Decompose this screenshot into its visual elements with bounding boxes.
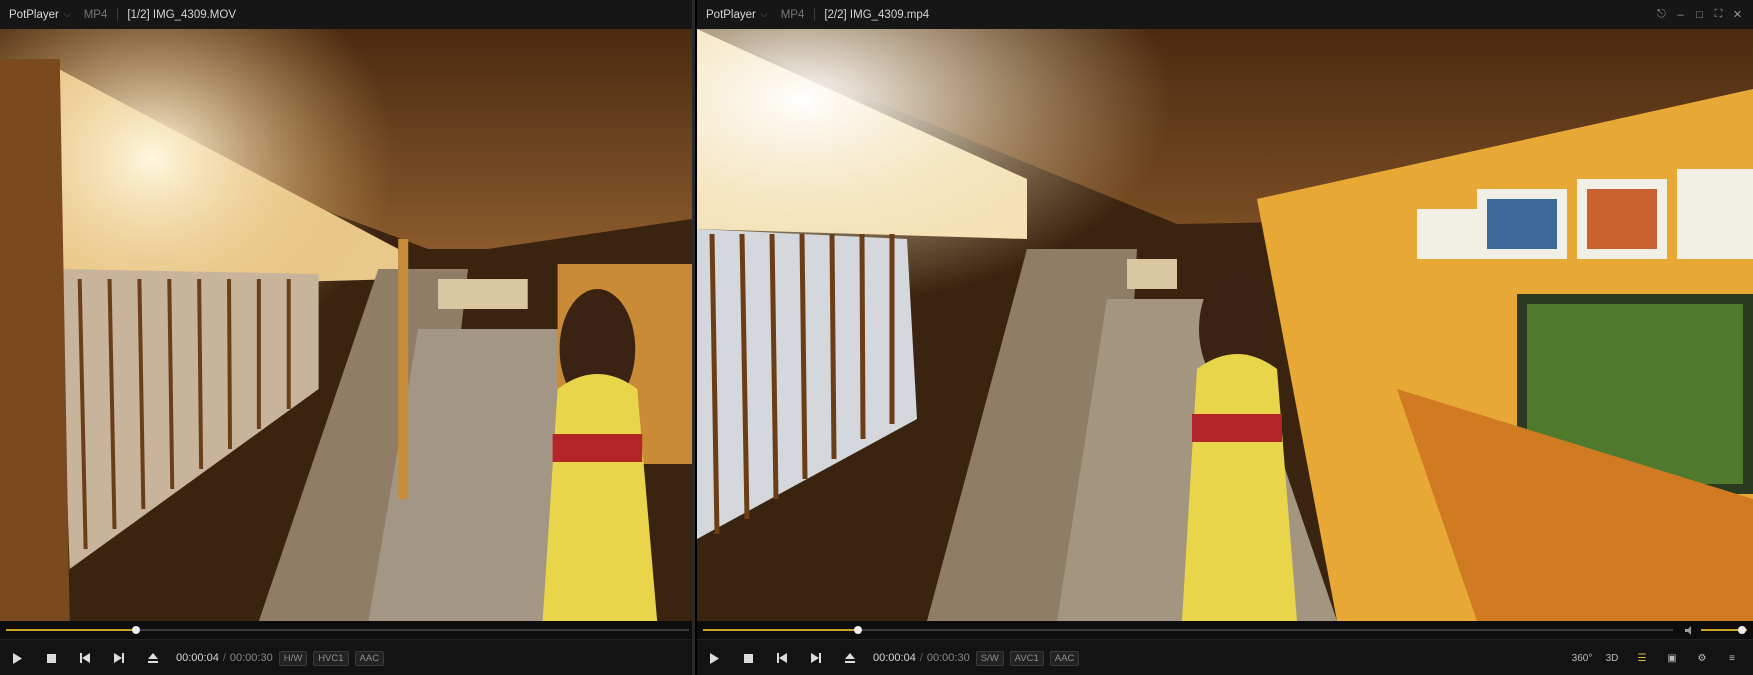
audio-codec-badge[interactable]: AAC	[1049, 650, 1080, 666]
app-menu-button[interactable]: PotPlayer	[9, 9, 59, 21]
time-display: 00:00:04/00:00:30	[873, 652, 970, 664]
play-button[interactable]	[697, 640, 731, 675]
stop-icon	[46, 653, 56, 663]
eject-button[interactable]	[833, 640, 867, 675]
stop-button[interactable]	[731, 640, 765, 675]
seek-bar-row	[0, 621, 692, 639]
stop-button[interactable]	[34, 640, 68, 675]
audio-codec-badge[interactable]: AAC	[354, 650, 385, 666]
previous-icon	[777, 653, 787, 663]
video-image	[0, 29, 692, 621]
time-current: 00:00:04	[176, 652, 219, 664]
title-bar[interactable]: PotPlayer ⌵ MP4 [1/2] IMG_4309.MOV	[0, 0, 692, 30]
video-codec-badge[interactable]: HVC1	[313, 650, 349, 666]
title-bar[interactable]: PotPlayer ⌵ MP4 [2/2] IMG_4309.mp4 ⎋ – □…	[697, 0, 1753, 30]
control-bar: 00:00:04/00:00:30 S/W AVC1 AAC 360° 3D ☰…	[697, 639, 1753, 675]
close-icon[interactable]: ✕	[1728, 8, 1747, 21]
play-icon	[13, 652, 22, 664]
window-controls: ⎋ – □ ⛶ ✕	[1652, 0, 1747, 29]
format-label: MP4	[780, 8, 805, 21]
eject-icon	[148, 653, 158, 663]
restore-icon[interactable]: □	[1690, 9, 1709, 21]
seek-bar[interactable]	[703, 626, 1673, 634]
time-current: 00:00:04	[873, 652, 916, 664]
pin-icon[interactable]: ⎋	[1652, 8, 1671, 21]
volume-slider[interactable]	[1701, 626, 1747, 634]
time-display: 00:00:04/00:00:30	[176, 652, 273, 664]
time-total: 00:00:30	[926, 652, 970, 664]
app-menu-button[interactable]: PotPlayer	[706, 9, 756, 21]
seek-handle[interactable]	[131, 626, 140, 634]
speaker-icon[interactable]	[1685, 625, 1695, 635]
eject-button[interactable]	[136, 640, 170, 675]
seek-bar-progress	[6, 629, 136, 631]
extra-controls: 360° 3D ☰ ▣ ⚙ ≡	[1567, 640, 1747, 675]
decoder-badge[interactable]: S/W	[975, 650, 1004, 666]
volume-handle[interactable]	[1738, 626, 1747, 634]
chevron-down-icon[interactable]: ⌵	[761, 9, 768, 20]
file-name: [2/2] IMG_4309.mp4	[824, 8, 930, 21]
stop-icon	[743, 653, 753, 663]
eject-icon	[845, 653, 855, 663]
play-button[interactable]	[0, 640, 34, 675]
play-icon	[710, 652, 719, 664]
next-icon	[811, 653, 821, 663]
player-window-right: PotPlayer ⌵ MP4 [2/2] IMG_4309.mp4 ⎋ – □…	[697, 0, 1753, 675]
video-codec-badge[interactable]: AVC1	[1009, 650, 1044, 666]
time-separator: /	[222, 652, 226, 664]
video-image	[697, 29, 1753, 621]
menu-icon[interactable]: ≡	[1717, 653, 1747, 664]
previous-button[interactable]	[765, 640, 799, 675]
3d-button[interactable]: 3D	[1597, 653, 1627, 664]
seek-bar-row	[697, 621, 1753, 639]
vr-360-button[interactable]: 360°	[1567, 653, 1597, 664]
playlist-icon[interactable]: ☰	[1627, 653, 1657, 664]
control-bar: 00:00:04/00:00:30 H/W HVC1 AAC	[0, 639, 692, 675]
capture-icon[interactable]: ▣	[1657, 653, 1687, 664]
minimize-icon[interactable]: –	[1671, 9, 1690, 21]
chevron-down-icon[interactable]: ⌵	[64, 9, 71, 20]
settings-icon[interactable]: ⚙	[1687, 653, 1717, 664]
previous-button[interactable]	[68, 640, 102, 675]
fullscreen-icon[interactable]: ⛶	[1709, 8, 1728, 21]
next-button[interactable]	[102, 640, 136, 675]
volume-control	[1685, 621, 1747, 639]
next-icon	[114, 653, 124, 663]
time-total: 00:00:30	[229, 652, 273, 664]
previous-icon	[80, 653, 90, 663]
file-name: [1/2] IMG_4309.MOV	[127, 8, 237, 21]
video-frame[interactable]	[697, 29, 1753, 621]
player-window-left: PotPlayer ⌵ MP4 [1/2] IMG_4309.MOV 00:00…	[0, 0, 695, 675]
decoder-badge[interactable]: H/W	[278, 650, 308, 666]
time-separator: /	[919, 652, 923, 664]
seek-handle[interactable]	[854, 626, 863, 634]
title-divider	[117, 8, 119, 21]
seek-bar[interactable]	[6, 626, 689, 634]
video-frame[interactable]	[0, 29, 692, 621]
seek-bar-progress	[703, 629, 859, 631]
next-button[interactable]	[799, 640, 833, 675]
title-divider	[814, 8, 816, 21]
format-label: MP4	[83, 8, 108, 21]
